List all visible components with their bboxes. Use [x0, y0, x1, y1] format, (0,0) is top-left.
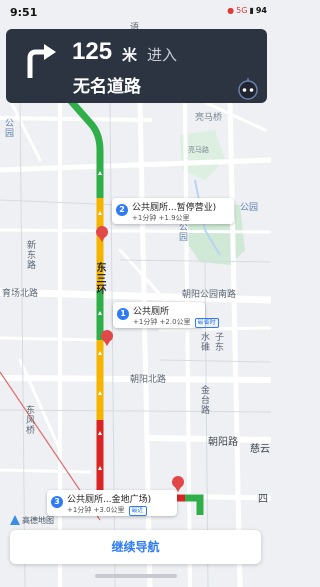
poi-card-2[interactable]: 2 公共厕所...暂停营业) +1分钟 +1.9公里 — [112, 198, 234, 224]
amap-logo-text: 高德地图 — [22, 515, 54, 525]
map-label-east-third-ring: 东三环 — [94, 262, 105, 295]
poi-name: 公共厕所...暂停营业) — [132, 203, 217, 213]
signal-icon: ▮ — [249, 6, 254, 15]
poi-meta-text: +1分钟 +2.0公里 — [133, 318, 191, 326]
map-label-park-east: 公园 — [240, 203, 259, 213]
network-label: 5G — [236, 6, 248, 15]
continue-navigation-button[interactable]: 继续导航 — [10, 530, 261, 564]
map-label-yucheng-north: 育场北路 — [2, 289, 39, 299]
status-time: 9:51 — [10, 6, 38, 19]
map-label-chaoyang-park-south: 朝阳公园南路 — [182, 290, 237, 300]
map-label-park: 公园 — [177, 222, 187, 242]
home-indicator[interactable] — [95, 574, 177, 578]
status-bar: 9:51 ● 5G ▮ 94 — [0, 0, 271, 24]
battery-level: 94 — [255, 6, 267, 15]
poi-meta-text: +1分钟 +3.0公里 — [67, 506, 125, 514]
voice-assistant-icon[interactable] — [237, 78, 259, 100]
poi-pin-2-tail — [99, 237, 105, 242]
poi-tag: 最省时 — [194, 318, 219, 328]
distance-value: 125 — [72, 38, 113, 65]
map-label-ci: 慈云 — [250, 444, 270, 455]
poi-card-3[interactable]: 3 公共厕所...金地广场) +1分钟 +3.0公里 最近 — [47, 490, 177, 516]
poi-name: 公共厕所 — [133, 307, 170, 317]
map-label-xindong: 新东路 — [25, 240, 35, 270]
poi-name: 公共厕所...金地广场) — [67, 495, 152, 505]
poi-card-1[interactable]: 1 公共厕所 +1分钟 +2.0公里 最省时 — [113, 302, 219, 328]
alarm-icon: ● — [227, 6, 235, 15]
poi-pin-1-tail — [104, 341, 110, 346]
map-label-dongfeng: 东风桥 — [24, 405, 34, 435]
turn-right-icon — [27, 44, 56, 78]
distance-unit: 米 — [122, 46, 138, 64]
poi-index: 2 — [116, 204, 128, 216]
map-label-liangma-road: 亮马路 — [188, 146, 209, 154]
poi-meta: +1分钟 +3.0公里 最近 — [67, 505, 147, 516]
amap-logo-icon — [10, 515, 20, 525]
poi-tag: 最近 — [128, 506, 147, 516]
map-label-chaoyang-north: 朝阳北路 — [130, 375, 167, 385]
poi-meta: +1分钟 +1.9公里 — [132, 214, 190, 222]
map-label-park-top: 公园 — [3, 118, 13, 138]
map-label-shuiwei-east: 子东 — [213, 332, 223, 352]
next-road-name: 无名道路 — [73, 77, 141, 97]
map-label-jintai-road: 路 — [199, 405, 209, 415]
poi-meta: +1分钟 +2.0公里 最省时 — [133, 317, 219, 328]
turn-action: 进入 — [147, 46, 178, 64]
map-label-liangma-bridge: 亮马桥 — [195, 113, 223, 123]
status-indicators: ● 5G ▮ 94 — [227, 6, 267, 15]
map-label-chaoyang-road: 朝阳路 — [208, 437, 238, 448]
map-label-si: 四 — [258, 494, 268, 505]
map-label-jintai: 金台 — [199, 385, 209, 405]
amap-logo: 高德地图 — [10, 513, 54, 527]
poi-index: 1 — [117, 308, 129, 320]
poi-index: 3 — [51, 496, 63, 508]
map-label-shuiwei: 水碓 — [199, 332, 209, 352]
